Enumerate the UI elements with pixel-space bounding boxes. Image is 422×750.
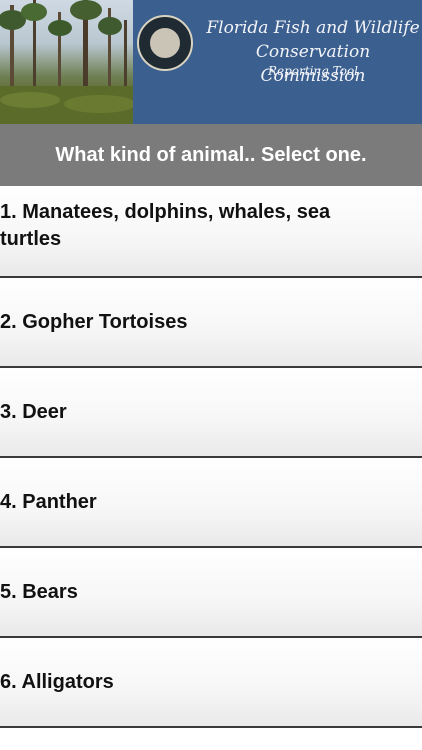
option-label: 2. Gopher Tortoises bbox=[0, 310, 188, 333]
option-label: 6. Alligators bbox=[0, 670, 114, 693]
app-screen: Florida Fish and Wildlife Conservation C… bbox=[0, 0, 422, 750]
agency-subtitle: Reporting Tool bbox=[267, 64, 359, 78]
forest-photo bbox=[0, 0, 133, 124]
seal-center-icon bbox=[148, 26, 182, 60]
option-alligators[interactable]: 6. Alligators bbox=[0, 638, 422, 728]
fwc-seal-logo bbox=[137, 15, 193, 71]
option-panther[interactable]: 4. Panther bbox=[0, 458, 422, 548]
option-label: 5. Bears bbox=[0, 580, 78, 603]
option-gopher-tortoises[interactable]: 2. Gopher Tortoises bbox=[0, 278, 422, 368]
option-label: 4. Panther bbox=[0, 490, 97, 513]
option-label: 3. Deer bbox=[0, 400, 67, 423]
agency-title-line1: Florida Fish and Wildlife bbox=[206, 18, 420, 38]
question-bar: What kind of animal.. Select one. bbox=[0, 124, 422, 186]
animal-options-list: 1. Manatees, dolphins, whales, sea turtl… bbox=[0, 186, 422, 728]
question-text: What kind of animal.. Select one. bbox=[55, 143, 367, 166]
option-deer[interactable]: 3. Deer bbox=[0, 368, 422, 458]
agency-brand: Florida Fish and Wildlife Conservation C… bbox=[133, 0, 422, 124]
option-label: 1. Manatees, dolphins, whales, sea turtl… bbox=[0, 201, 331, 250]
option-bears[interactable]: 5. Bears bbox=[0, 548, 422, 638]
option-manatees-dolphins-whales-sea-turtles[interactable]: 1. Manatees, dolphins, whales, sea turtl… bbox=[0, 186, 422, 278]
header-banner: Florida Fish and Wildlife Conservation C… bbox=[0, 0, 422, 124]
